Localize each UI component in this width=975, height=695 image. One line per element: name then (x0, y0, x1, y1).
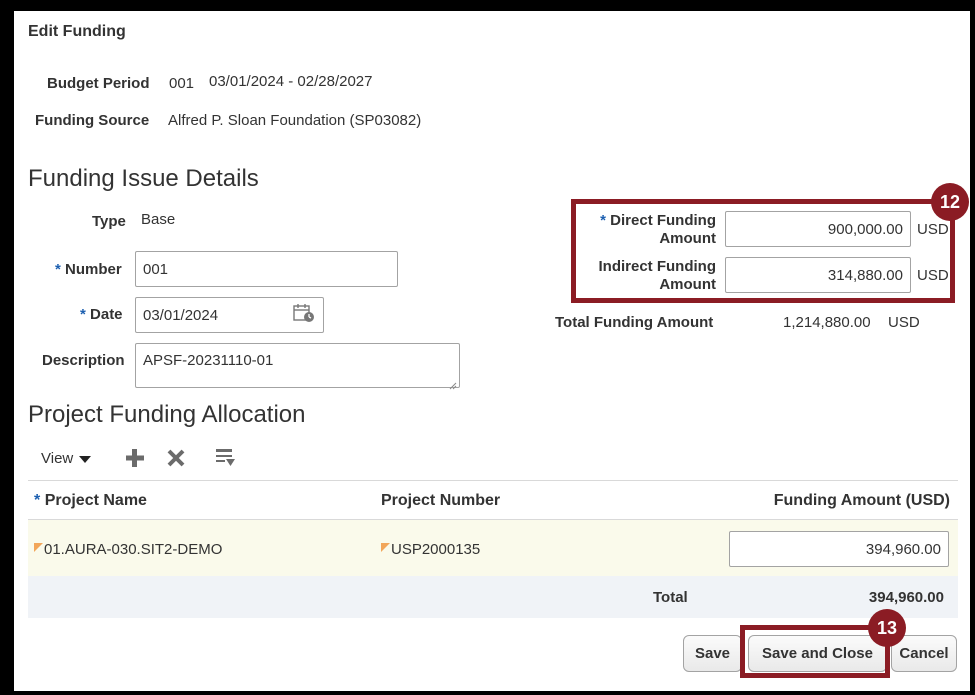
column-project-name[interactable]: * Project Name (34, 492, 147, 510)
total-funding-amount-label: Total Funding Amount (555, 314, 714, 331)
resize-handle-icon[interactable] (449, 377, 457, 390)
funding-issue-details-heading: Funding Issue Details (28, 165, 259, 192)
changed-flag-icon (34, 543, 43, 552)
total-funding-currency: USD (888, 314, 920, 331)
project-funding-allocation-heading: Project Funding Allocation (28, 401, 306, 428)
project-name-cell: 01.AURA-030.SIT2-DEMO (34, 541, 222, 558)
required-indicator: * (55, 261, 61, 278)
changed-flag-icon (381, 543, 390, 552)
step-12-callout: 12 (931, 183, 969, 221)
budget-period-range: 03/01/2024 - 02/28/2027 (209, 73, 373, 90)
add-icon[interactable] (124, 447, 146, 469)
screenshot-frame: Edit Funding Budget Period 001 03/01/202… (0, 0, 975, 695)
column-project-number[interactable]: Project Number (381, 492, 500, 510)
funding-source-value: Alfred P. Sloan Foundation (SP03082) (168, 112, 422, 129)
date-label: * Date (80, 306, 123, 323)
page-title: Edit Funding (28, 23, 126, 40)
description-label: Description (42, 352, 125, 369)
view-menu[interactable]: View (41, 450, 92, 467)
project-number-cell: USP2000135 (381, 541, 480, 558)
budget-period-label: Budget Period (47, 75, 150, 92)
total-funding-amount-value: 1,214,880.00 (783, 314, 871, 331)
calendar-icon[interactable] (293, 303, 315, 323)
number-input[interactable]: 001 (135, 251, 398, 287)
number-label: * Number (55, 261, 122, 278)
total-value: 394,960.00 (868, 589, 944, 606)
step-13-highlight (740, 625, 890, 678)
step-12-highlight (571, 199, 955, 303)
funding-amount-input[interactable]: 394,960.00 (729, 531, 949, 567)
column-funding-amount[interactable]: Funding Amount (USD) (714, 492, 950, 510)
toolbar-divider (28, 480, 958, 481)
step-13-callout: 13 (868, 609, 906, 647)
edit-funding-panel: Edit Funding Budget Period 001 03/01/202… (14, 11, 970, 691)
detach-table-icon[interactable] (214, 447, 236, 469)
type-label: Type (92, 213, 126, 230)
budget-period-number: 001 (169, 75, 195, 92)
required-indicator: * (80, 306, 86, 323)
chevron-down-icon (79, 455, 92, 463)
funding-source-label: Funding Source (35, 112, 150, 129)
save-button[interactable]: Save (683, 635, 742, 672)
total-label: Total (653, 589, 688, 606)
type-value: Base (141, 211, 176, 228)
delete-icon[interactable] (166, 448, 186, 468)
description-textarea[interactable]: APSF-20231110-01 (135, 343, 460, 388)
